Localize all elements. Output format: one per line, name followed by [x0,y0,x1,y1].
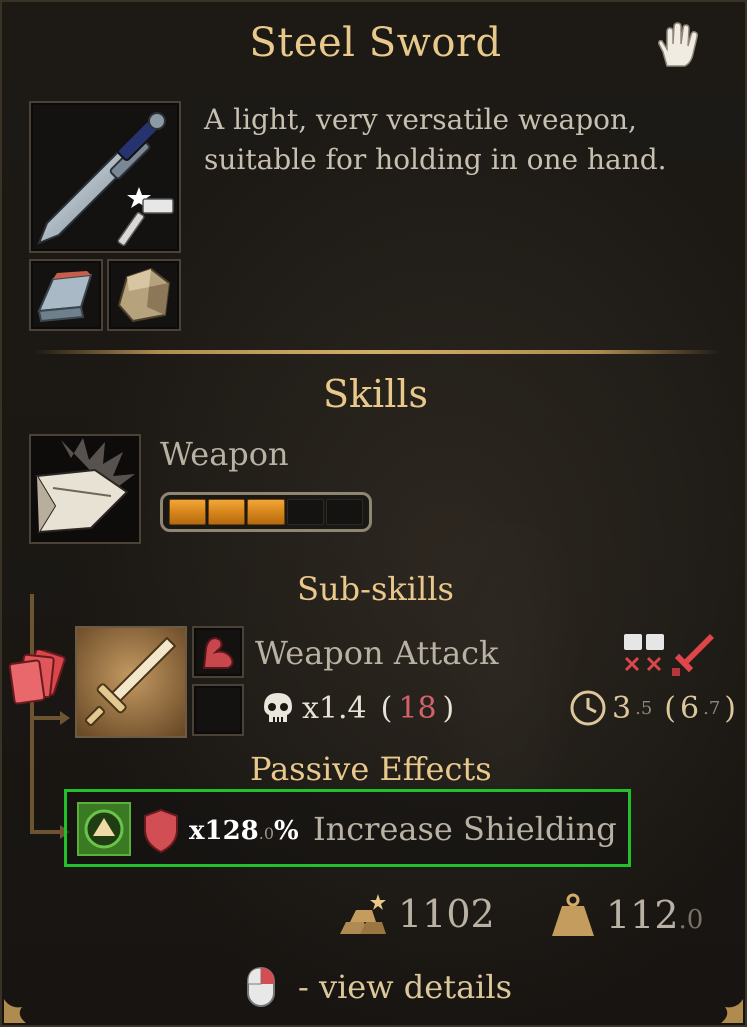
hand-icon[interactable] [653,22,705,70]
stone-icon [117,267,171,323]
percent-sign: % [274,816,299,846]
paren: ) [442,690,455,726]
mouse-right-click-icon [247,967,275,1007]
weapon-attack-stats: x1.4 ( 18 ) [260,690,454,726]
level-segment [247,499,285,525]
weight-decimal: .0 [678,905,704,935]
level-segment [169,499,207,525]
subskills-heading: Sub-skills [297,570,454,608]
section-divider [34,350,720,354]
sword-attack-icon [77,628,185,736]
gold-bars-icon [340,894,386,934]
passive-effect-row[interactable]: x128.0% Increase Shielding [64,789,631,867]
passive-effect-name: Increase Shielding [313,810,617,848]
red-sword-icon [672,634,714,676]
strength-slot[interactable] [192,626,244,678]
tree-branch [30,716,62,720]
hint-text: - view details [298,968,513,1006]
level-segment [286,499,324,525]
material-slot-stone[interactable] [107,259,181,331]
paren: ( [380,690,393,726]
empty-slot[interactable] [192,684,244,736]
weapon-skill-icon [31,436,139,542]
weight-icon [552,893,594,936]
cards-icon [8,650,66,705]
shield-icon [144,808,178,854]
weapon-attack-icon-slot[interactable] [75,626,187,738]
skull-icon [264,693,292,722]
steel-sword-icon [37,112,174,247]
damage-value: 18 [398,690,437,726]
multiplier-value: x128 [189,816,259,846]
passive-effects-heading: Passive Effects [250,750,492,788]
total-time-value: 6 [680,690,700,726]
steel-ingot-icon [37,271,93,323]
item-description: A light, very versatile weapon, suitable… [204,103,667,176]
level-segment [325,499,364,525]
multiplier-decimal: .0 [258,824,275,843]
tree-branch [30,830,62,834]
clock-icon [570,690,606,726]
corner-ornament-left [4,999,26,1023]
weapon-skill-level-bar [160,492,372,532]
increase-arrow-icon [84,809,124,849]
weapon-attack-name: Weapon Attack [255,634,499,672]
time-value: 3 [612,690,632,726]
attack-timing: 3.5 (6.7) [568,688,736,728]
time-decimal: .5 [635,697,653,719]
level-segment [208,499,246,525]
item-weight: 112.0 [550,892,703,938]
item-tooltip: Steel Sword A light, very versatile weap… [0,0,747,1027]
weapon-skill-icon-slot[interactable] [29,434,141,544]
item-price: 1102 [338,892,495,936]
item-title: Steel Sword [249,20,502,66]
skills-heading: Skills [322,372,429,416]
price-value: 1102 [398,892,495,936]
passive-effect-icon-slot [77,802,131,856]
strength-icon [202,636,234,669]
total-time-decimal: .7 [703,697,721,719]
damage-multiplier: x1.4 [302,690,367,726]
paren: ) [724,690,736,726]
weight-value: 112 [606,893,679,937]
weapon-skill-label: Weapon [160,435,289,473]
passive-multiplier: x128.0% [189,816,299,846]
tree-connector [30,594,34,834]
item-icon-slot[interactable] [29,101,181,253]
ap-cost-icon [624,634,664,672]
corner-ornament-right [721,999,743,1023]
tree-arrow [60,711,70,725]
material-slot-steel[interactable] [29,259,103,331]
paren: ( [664,690,676,726]
view-details-hint: - view details [246,966,512,1008]
